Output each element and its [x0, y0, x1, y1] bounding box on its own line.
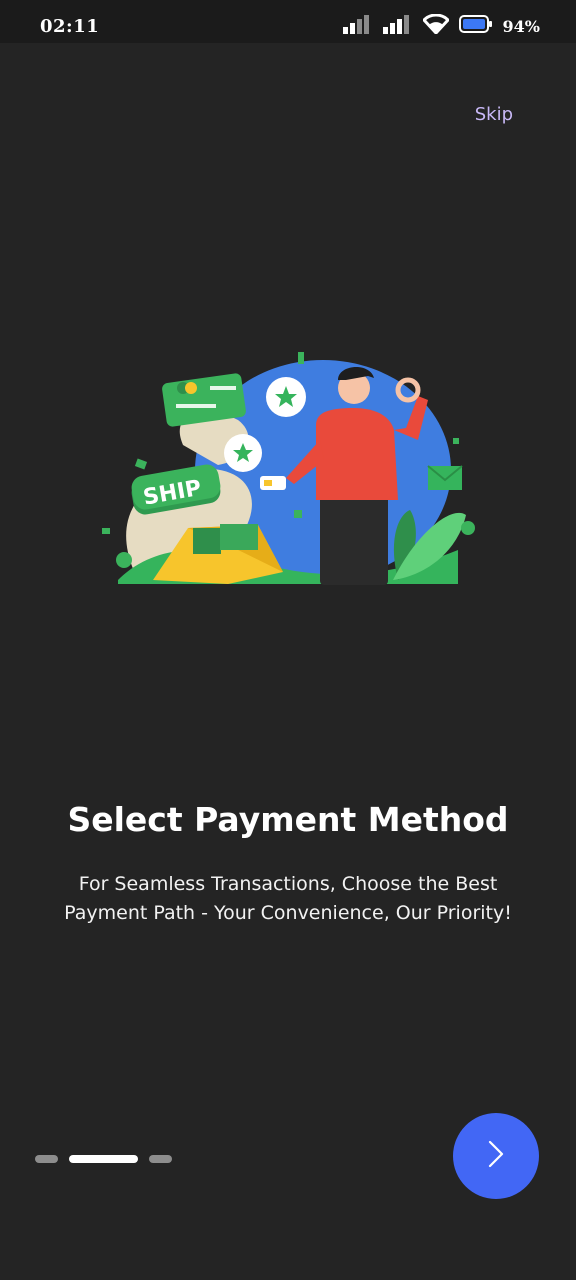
subtitle-line-2: Payment Path - Your Convenience, Our Pri…: [64, 902, 512, 924]
page-dot-2-active: [69, 1154, 138, 1163]
page-indicator: [35, 1154, 172, 1163]
subtitle-line-1: For Seamless Transactions, Choose the Be…: [78, 873, 498, 895]
wifi-icon: [421, 13, 450, 38]
payment-illustration: SHIP: [98, 350, 480, 590]
battery-icon: [458, 15, 493, 37]
skip-button[interactable]: Skip: [475, 104, 513, 125]
chevron-right-icon: [486, 1139, 506, 1173]
page-title: Select Payment Method: [67, 800, 509, 839]
page-subtitle: For Seamless Transactions, Choose the Be…: [28, 870, 548, 928]
status-time: 02:11: [40, 16, 100, 37]
signal-icon: [342, 14, 373, 38]
page-dot-1: [35, 1154, 58, 1163]
signal-icon: [382, 14, 413, 38]
status-icons: 94%: [342, 13, 540, 38]
page-dot-3: [149, 1154, 172, 1163]
next-button[interactable]: [453, 1113, 539, 1199]
status-bar: 02:11 94%: [0, 0, 576, 43]
battery-percent: 94%: [502, 16, 540, 36]
